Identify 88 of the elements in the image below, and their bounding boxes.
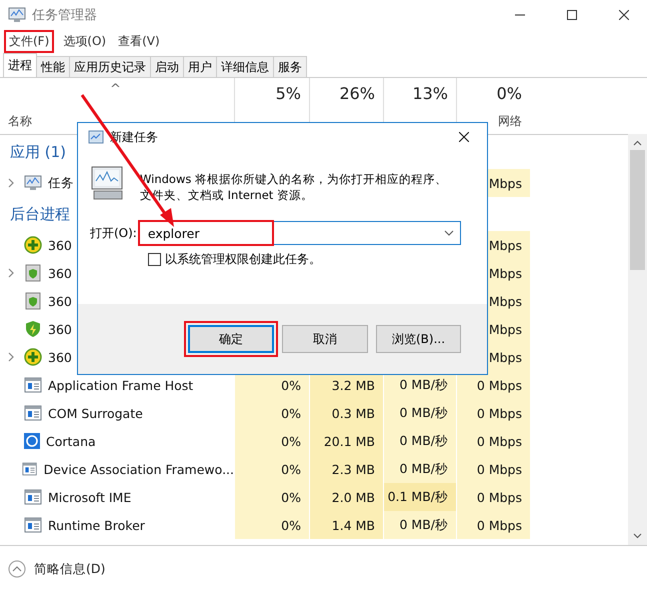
maximize-icon[interactable]: [567, 10, 577, 20]
open-combo-field[interactable]: explorer: [138, 221, 461, 245]
table-cell: 0%: [234, 399, 309, 427]
expand-chevron-icon[interactable]: [8, 352, 14, 362]
plus-icon: [24, 236, 42, 254]
column-percent: 5%: [276, 84, 301, 103]
process-name[interactable]: Application Frame Host: [48, 378, 194, 392]
tab[interactable]: 启动: [150, 56, 184, 77]
table-cell: 0 Mbps: [456, 511, 530, 539]
group-title: 后台进程: [10, 204, 70, 224]
process-name[interactable]: 360: [48, 322, 72, 336]
table-cell: 0%: [234, 455, 309, 483]
scroll-thumb[interactable]: [630, 150, 645, 270]
window-icon: [24, 377, 42, 393]
plus-icon: [24, 348, 42, 366]
table-cell: 0.1 MB/秒: [383, 483, 456, 511]
dialog-button[interactable]: 浏览(B)...: [376, 325, 461, 353]
tab[interactable]: 性能: [36, 56, 70, 77]
table-cell: 20.1 MB: [309, 427, 383, 455]
process-name[interactable]: 360: [48, 294, 72, 308]
column-percent: 0%: [496, 84, 522, 103]
column-percent: 26%: [339, 84, 375, 103]
table-cell: 0%: [234, 511, 309, 539]
scrollbar[interactable]: [628, 134, 647, 545]
dialog-button[interactable]: 取消: [282, 325, 368, 353]
table-cell: 0 Mbps: [456, 483, 530, 511]
text-input[interactable]: explorer: [140, 226, 444, 240]
column-header[interactable]: 网络: [498, 113, 522, 130]
monitor-icon: [24, 175, 42, 191]
table-cell: 2.3 MB: [309, 455, 383, 483]
process-name[interactable]: Runtime Broker: [48, 518, 145, 532]
tab[interactable]: 用户: [183, 56, 217, 77]
table-cell: 0 MB/秒: [383, 511, 456, 539]
monitor-icon: [8, 7, 26, 23]
process-name[interactable]: Cortana: [46, 434, 96, 448]
process-name[interactable]: COM Surrogate: [48, 406, 143, 420]
process-name[interactable]: 360: [48, 266, 72, 280]
table-cell: 0%: [234, 483, 309, 511]
table-cell: 0 MB/秒: [383, 427, 456, 455]
fewer-details-link[interactable]: 简略信息(D): [34, 560, 106, 578]
expand-chevron-icon[interactable]: [8, 178, 14, 188]
table-cell: 0 Mbps: [456, 399, 530, 427]
close-icon[interactable]: [619, 10, 629, 20]
open-label: 打开(O):: [90, 224, 137, 242]
table-cell: 0.3 MB: [309, 399, 383, 427]
process-name[interactable]: 360: [48, 350, 72, 364]
window-icon: [24, 405, 42, 421]
table-cell: 0 MB/秒: [383, 455, 456, 483]
expand-chevron-icon[interactable]: [8, 268, 14, 278]
tab[interactable]: 进程: [3, 53, 37, 77]
process-name[interactable]: 360: [48, 238, 72, 252]
table-cell: 0 Mbps: [456, 427, 530, 455]
computer-icon: [90, 165, 124, 201]
window-title: 任务管理器: [32, 7, 98, 24]
checkbox[interactable]: [148, 253, 161, 266]
process-name[interactable]: Device Association Framewo...: [44, 462, 234, 476]
process-name[interactable]: 任务: [48, 174, 74, 192]
column-percent: 13%: [412, 84, 448, 103]
window-icon: [22, 461, 38, 477]
table-cell: 0%: [234, 427, 309, 455]
dropdown-caret-icon[interactable]: [444, 230, 454, 236]
table-cell: 2.0 MB: [309, 483, 383, 511]
shield-icon: [24, 320, 42, 338]
window-icon: [88, 130, 104, 144]
close-icon[interactable]: [459, 132, 469, 142]
menu-item[interactable]: 选项(O): [60, 32, 110, 50]
process-name[interactable]: Microsoft IME: [48, 490, 132, 504]
checkbox-label[interactable]: 以系统管理权限创建此任务。: [165, 251, 321, 268]
collapse-icon[interactable]: [8, 560, 26, 578]
shield-icon: [24, 292, 42, 310]
scroll-down-icon[interactable]: [633, 533, 642, 539]
table-cell: 0 Mbps: [456, 455, 530, 483]
tab[interactable]: 服务: [273, 56, 307, 77]
group-title: 应用 (1): [10, 142, 66, 162]
menu-item[interactable]: 文件(F): [6, 32, 52, 50]
table-cell: 0 Mbps: [456, 371, 530, 399]
scroll-up-icon[interactable]: [633, 140, 642, 146]
tab[interactable]: 应用历史记录: [69, 56, 151, 77]
sort-caret[interactable]: ^: [110, 82, 234, 97]
dialog-button[interactable]: 确定: [188, 325, 274, 353]
table-cell: 1.4 MB: [309, 511, 383, 539]
menu-item[interactable]: 查看(V): [115, 32, 163, 50]
window-icon: [24, 489, 42, 505]
tab[interactable]: 详细信息: [216, 56, 274, 77]
shield-icon: [24, 264, 42, 282]
circle-icon: [24, 433, 40, 449]
table-cell: 0 MB/秒: [383, 399, 456, 427]
window-icon: [24, 517, 42, 533]
